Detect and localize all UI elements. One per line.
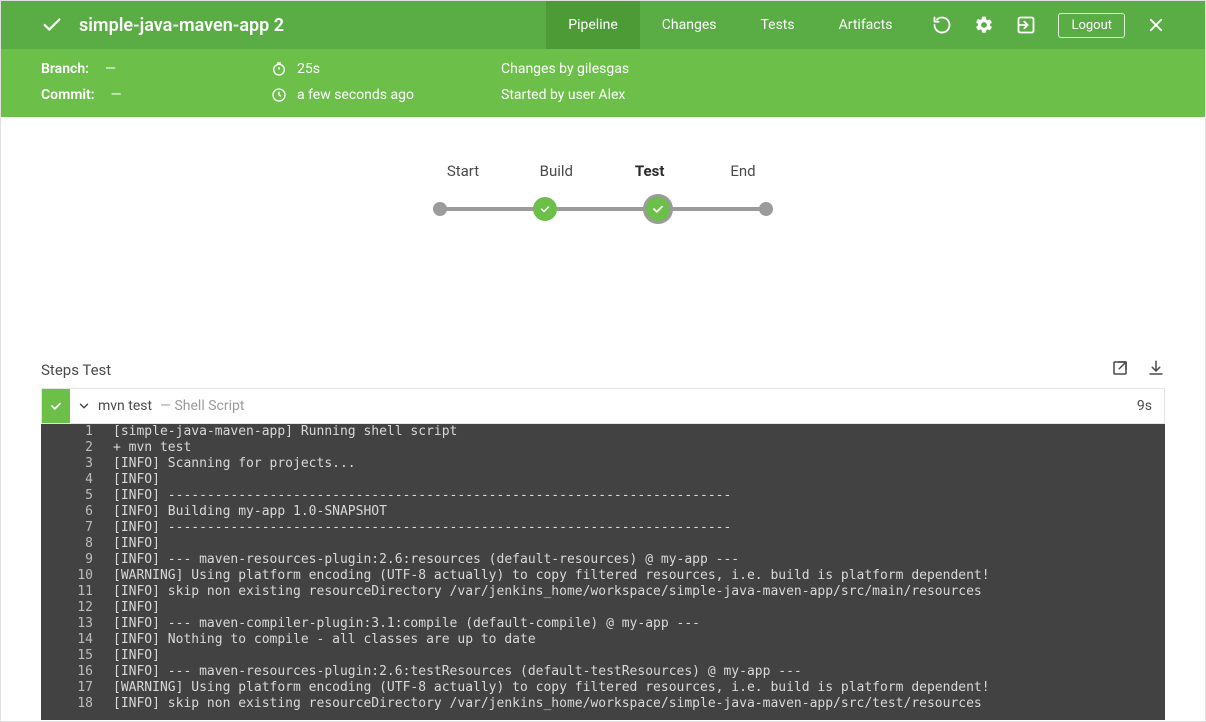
line-text: [simple-java-maven-app] Running shell sc…	[113, 424, 457, 440]
step-duration: 9s	[1137, 398, 1164, 414]
stopwatch-icon	[271, 61, 287, 77]
line-number: 8	[41, 536, 113, 552]
status-success-icon	[41, 14, 63, 36]
stage-label-start: Start	[433, 162, 493, 180]
started-by: Started by user Alex	[501, 87, 625, 103]
pipeline-graph: Start Build Test End	[1, 117, 1205, 352]
console-line: 8[INFO]	[41, 536, 1165, 552]
console-line: 2+ mvn test	[41, 440, 1165, 456]
chevron-down-icon[interactable]	[70, 399, 98, 413]
steps-header: Steps Test	[1, 352, 1205, 388]
line-number: 15	[41, 648, 113, 664]
line-number: 14	[41, 632, 113, 648]
line-text: [INFO] ---------------------------------…	[113, 488, 731, 504]
line-number: 11	[41, 584, 113, 600]
branch-label: Branch:	[41, 61, 89, 77]
run-metadata: Branch: — 25s Changes by gilesgas Commit…	[1, 49, 1205, 117]
download-icon[interactable]	[1147, 359, 1165, 381]
line-number: 7	[41, 520, 113, 536]
step-name: mvn test	[98, 398, 152, 414]
line-number: 13	[41, 616, 113, 632]
stage-node-start[interactable]	[433, 202, 447, 216]
line-text: [INFO]	[113, 600, 160, 616]
tab-tests[interactable]: Tests	[738, 1, 816, 49]
branch-value: —	[105, 61, 116, 77]
line-text: [WARNING] Using platform encoding (UTF-8…	[113, 568, 990, 584]
console-line: 10[WARNING] Using platform encoding (UTF…	[41, 568, 1165, 584]
line-text: [INFO] --- maven-resources-plugin:2.6:te…	[113, 664, 802, 680]
line-number: 16	[41, 664, 113, 680]
line-text: [INFO] Scanning for projects...	[113, 456, 356, 472]
line-text: [INFO]	[113, 536, 160, 552]
line-text: [INFO]	[113, 472, 160, 488]
console-line: 18[INFO] skip non existing resourceDirec…	[41, 696, 1165, 712]
step-subtitle: — Shell Script	[160, 398, 244, 414]
steps-title: Steps Test	[41, 361, 111, 379]
line-text: [INFO] Building my-app 1.0-SNAPSHOT	[113, 504, 387, 520]
line-text: [INFO] Nothing to compile - all classes …	[113, 632, 536, 648]
exit-icon[interactable]	[1016, 15, 1036, 35]
console-line: 17[WARNING] Using platform encoding (UTF…	[41, 680, 1165, 696]
console-line: 9[INFO] --- maven-resources-plugin:2.6:r…	[41, 552, 1165, 568]
stage-label-end: End	[713, 162, 773, 180]
rerun-icon[interactable]	[932, 15, 952, 35]
popout-icon[interactable]	[1111, 359, 1129, 381]
line-number: 2	[41, 440, 113, 456]
logout-button[interactable]: Logout	[1058, 13, 1125, 38]
tab-artifacts[interactable]: Artifacts	[817, 1, 915, 49]
close-icon[interactable]	[1147, 16, 1165, 34]
run-title: simple-java-maven-app 2	[79, 15, 284, 36]
console-line: 6[INFO] Building my-app 1.0-SNAPSHOT	[41, 504, 1165, 520]
changes-by: Changes by gilesgas	[501, 61, 629, 77]
console-line: 15[INFO]	[41, 648, 1165, 664]
stage-node-test[interactable]	[643, 194, 673, 224]
line-text: [INFO] skip non existing resourceDirecto…	[113, 696, 982, 712]
tab-bar: Pipeline Changes Tests Artifacts	[546, 1, 914, 49]
relative-time: a few seconds ago	[297, 87, 414, 103]
line-number: 9	[41, 552, 113, 568]
clock-icon	[271, 87, 287, 103]
console-line: 12[INFO]	[41, 600, 1165, 616]
line-text: [INFO] --- maven-resources-plugin:2.6:re…	[113, 552, 739, 568]
console-line: 5[INFO] --------------------------------…	[41, 488, 1165, 504]
stage-label-build: Build	[526, 162, 586, 180]
line-text: + mvn test	[113, 440, 191, 456]
commit-label: Commit:	[41, 87, 95, 103]
line-number: 5	[41, 488, 113, 504]
line-text: [INFO]	[113, 648, 160, 664]
header-bar: simple-java-maven-app 2 Pipeline Changes…	[1, 1, 1205, 49]
line-number: 3	[41, 456, 113, 472]
step-status-success-icon	[42, 389, 70, 423]
console-line: 13[INFO] --- maven-compiler-plugin:3.1:c…	[41, 616, 1165, 632]
tab-changes[interactable]: Changes	[640, 1, 739, 49]
console-log[interactable]: 1[simple-java-maven-app] Running shell s…	[41, 424, 1165, 720]
stage-node-end[interactable]	[759, 202, 773, 216]
console-line: 3[INFO] Scanning for projects...	[41, 456, 1165, 472]
line-text: [INFO] ---------------------------------…	[113, 520, 731, 536]
line-number: 12	[41, 600, 113, 616]
commit-value: —	[111, 87, 122, 103]
line-text: [WARNING] Using platform encoding (UTF-8…	[113, 680, 990, 696]
line-number: 17	[41, 680, 113, 696]
console-line: 11[INFO] skip non existing resourceDirec…	[41, 584, 1165, 600]
line-text: [INFO] --- maven-compiler-plugin:3.1:com…	[113, 616, 700, 632]
line-number: 6	[41, 504, 113, 520]
console-line: 4[INFO]	[41, 472, 1165, 488]
stage-label-test: Test	[620, 162, 680, 180]
console-line: 16[INFO] --- maven-resources-plugin:2.6:…	[41, 664, 1165, 680]
line-text: [INFO] skip non existing resourceDirecto…	[113, 584, 982, 600]
settings-gear-icon[interactable]	[974, 15, 994, 35]
step-row[interactable]: mvn test — Shell Script 9s	[41, 388, 1165, 424]
stage-node-build[interactable]	[533, 197, 557, 221]
console-line: 1[simple-java-maven-app] Running shell s…	[41, 424, 1165, 440]
line-number: 1	[41, 424, 113, 440]
line-number: 10	[41, 568, 113, 584]
tab-pipeline[interactable]: Pipeline	[546, 1, 640, 49]
console-line: 14[INFO] Nothing to compile - all classe…	[41, 632, 1165, 648]
console-line: 7[INFO] --------------------------------…	[41, 520, 1165, 536]
line-number: 4	[41, 472, 113, 488]
line-number: 18	[41, 696, 113, 712]
duration-value: 25s	[297, 61, 320, 77]
